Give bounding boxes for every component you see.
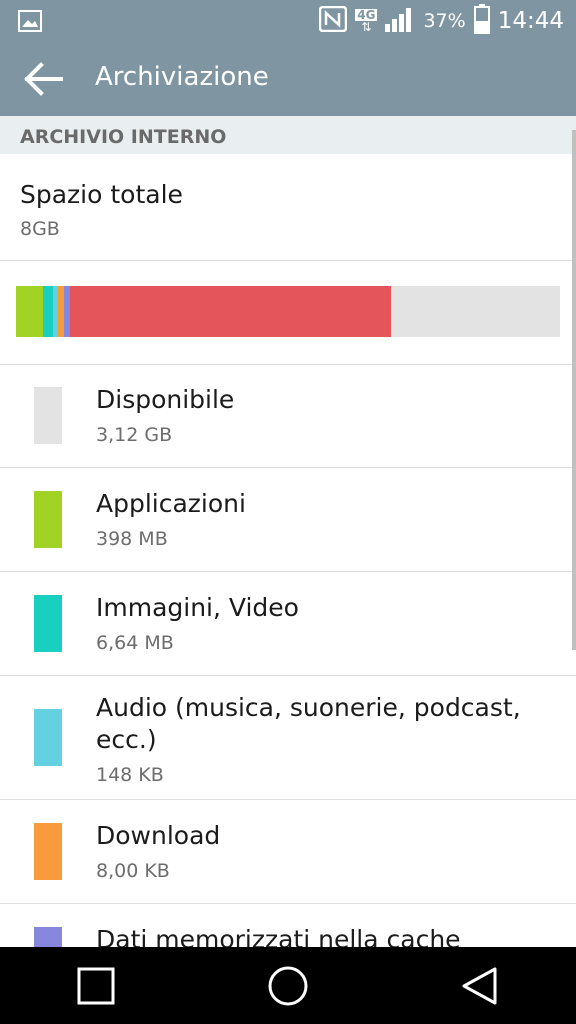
total-space: Spazio totale 8GB [0, 154, 576, 260]
item-label: Audio (musica, suonerie, podcast, ecc.) [96, 693, 521, 754]
clock: 14:44 [497, 8, 564, 34]
network-4g-icon: 4G ⇅ [355, 8, 378, 34]
battery-percent: 37% [423, 10, 466, 32]
item-label: Disponibile [96, 385, 235, 414]
color-swatch [34, 709, 62, 766]
back-button[interactable] [448, 961, 512, 1011]
app-bar: Archiviazione [0, 42, 576, 116]
item-size: 8,00 KB [96, 860, 170, 882]
battery-icon [473, 3, 490, 39]
usage-segment-applicazioni [16, 286, 44, 337]
section-header: ARCHIVIO INTERNO [0, 116, 576, 154]
scrollbar[interactable] [572, 130, 576, 650]
status-bar: 4G ⇅ 37% 14:44 [0, 0, 576, 42]
list-item-applicazioni[interactable]: Applicazioni 398 MB [0, 468, 576, 572]
storage-usage-bar [16, 286, 560, 337]
navigation-bar [0, 947, 576, 1024]
color-swatch [34, 491, 62, 548]
item-label: Download [96, 821, 221, 850]
back-arrow-icon[interactable] [24, 62, 64, 96]
list-item-download[interactable]: Download 8,00 KB [0, 800, 576, 904]
item-size: 6,64 MB [96, 632, 174, 654]
item-label: Applicazioni [96, 489, 246, 518]
gallery-notification-icon [18, 10, 42, 36]
nfc-icon [319, 5, 348, 37]
usage-segment-immagini-video [43, 286, 53, 337]
usage-segment-altro [70, 286, 392, 337]
color-swatch [34, 595, 62, 652]
color-swatch [34, 387, 62, 444]
usage-segment-disponibile [391, 286, 560, 337]
divider [0, 260, 576, 261]
total-space-value: 8GB [20, 218, 60, 240]
item-label: Immagini, Video [96, 593, 299, 622]
recent-apps-button[interactable] [64, 961, 128, 1011]
home-button[interactable] [256, 961, 320, 1011]
list-item-disponibile[interactable]: Disponibile 3,12 GB [0, 364, 576, 468]
item-size: 398 MB [96, 528, 168, 550]
list-item-immagini-video[interactable]: Immagini, Video 6,64 MB [0, 572, 576, 676]
item-size: 3,12 GB [96, 424, 173, 446]
storage-category-list: Disponibile 3,12 GB Applicazioni 398 MB … [0, 364, 576, 1008]
item-size: 148 KB [96, 764, 164, 786]
color-swatch [34, 823, 62, 880]
signal-icon [385, 6, 415, 37]
list-item-audio[interactable]: Audio (musica, suonerie, podcast, ecc.) … [0, 676, 576, 800]
total-space-label: Spazio totale [20, 180, 183, 209]
page-title: Archiviazione [95, 62, 269, 92]
